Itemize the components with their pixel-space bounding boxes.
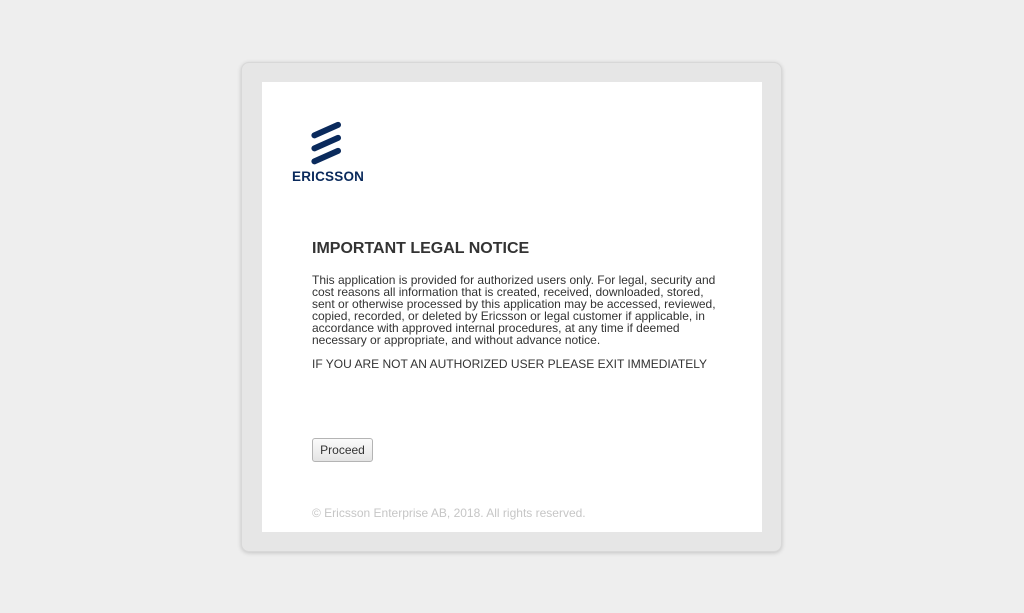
- notice-title: IMPORTANT LEGAL NOTICE: [312, 240, 530, 257]
- proceed-button[interactable]: Proceed: [312, 438, 373, 462]
- brand-wordmark: ERICSSON: [292, 169, 365, 184]
- notice-body: This application is provided for authori…: [312, 273, 716, 347]
- copyright-text: © Ericsson Enterprise AB, 2018. All righ…: [312, 506, 586, 520]
- legal-notice-panel: ERICSSON IMPORTANT LEGAL NOTICE This app…: [262, 82, 762, 532]
- authorized-user-warning: IF YOU ARE NOT AN AUTHORIZED USER PLEASE…: [312, 357, 707, 371]
